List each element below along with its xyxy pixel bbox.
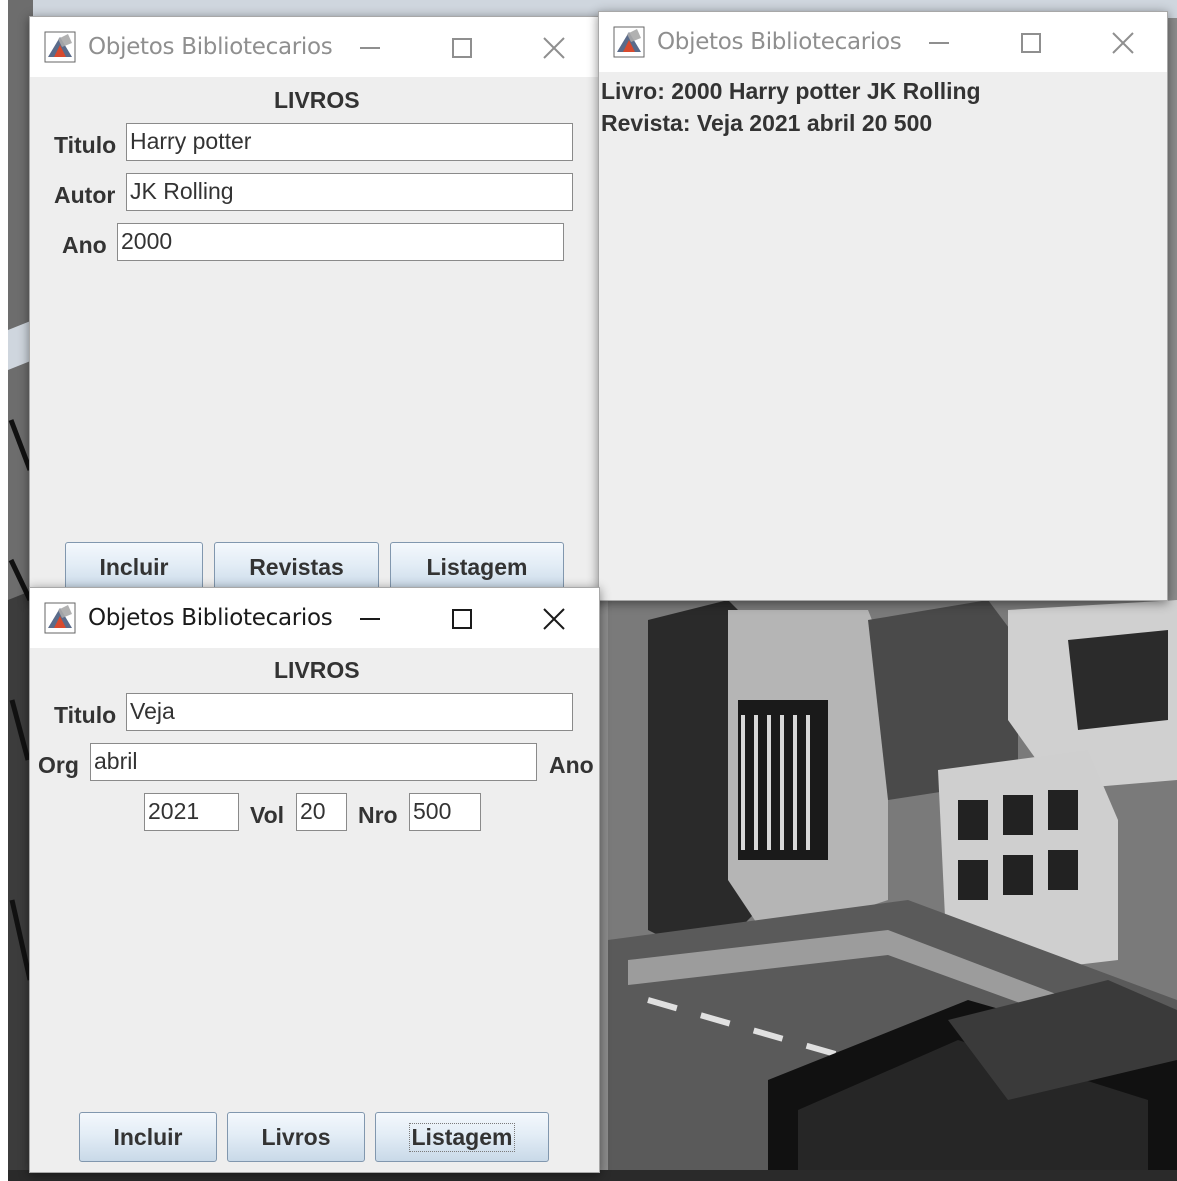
close-button[interactable] xyxy=(532,31,576,65)
ano-label: Ano xyxy=(549,752,594,778)
maximize-icon xyxy=(1021,33,1041,53)
maximize-button[interactable] xyxy=(1009,26,1053,60)
listagem-button[interactable]: Listagem xyxy=(390,542,564,592)
maximize-button[interactable] xyxy=(440,31,484,65)
minimize-icon xyxy=(360,47,380,49)
close-icon xyxy=(1112,32,1134,54)
close-button[interactable] xyxy=(532,602,576,636)
maximize-button[interactable] xyxy=(440,602,484,636)
window-title: Objetos Bibliotecarios xyxy=(88,605,333,631)
close-icon xyxy=(543,37,565,59)
listing-line-livro: Livro: 2000 Harry potter JK Rolling xyxy=(601,78,981,104)
magazine-heading: LIVROS xyxy=(274,657,360,683)
window-title: Objetos Bibliotecarios xyxy=(657,29,902,55)
listing-line-revista: Revista: Veja 2021 abril 20 500 xyxy=(601,110,933,136)
window-title: Objetos Bibliotecarios xyxy=(88,34,333,60)
magazine-window-titlebar[interactable]: Objetos Bibliotecarios xyxy=(30,588,599,648)
books-heading: LIVROS xyxy=(274,87,360,113)
minimize-icon xyxy=(929,42,949,44)
revistas-button[interactable]: Revistas xyxy=(214,542,379,592)
nro-label: Nro xyxy=(358,802,398,828)
maximize-icon xyxy=(452,609,472,629)
magazine-window: Objetos Bibliotecarios LIVROS Titulo Vej… xyxy=(29,587,600,1173)
listagem-button[interactable]: Listagem xyxy=(375,1112,549,1162)
java-app-icon xyxy=(44,31,76,63)
org-label: Org xyxy=(38,752,79,778)
maximize-icon xyxy=(452,38,472,58)
titulo-label: Titulo xyxy=(54,132,117,158)
titulo-label: Titulo xyxy=(54,702,117,728)
autor-field[interactable]: JK Rolling xyxy=(126,173,573,211)
vol-field[interactable]: 20 xyxy=(296,793,347,831)
close-icon xyxy=(543,608,565,630)
listing-window: Objetos Bibliotecarios Livro: 2000 Harry… xyxy=(598,11,1168,601)
listing-window-titlebar[interactable]: Objetos Bibliotecarios xyxy=(599,12,1167,72)
ano-field[interactable]: 2021 xyxy=(144,793,239,831)
books-window-titlebar[interactable]: Objetos Bibliotecarios xyxy=(30,17,599,77)
incluir-button[interactable]: Incluir xyxy=(79,1112,217,1162)
minimize-button[interactable] xyxy=(348,602,392,636)
livros-button[interactable]: Livros xyxy=(227,1112,365,1162)
vol-label: Vol xyxy=(250,802,285,828)
titulo-field[interactable]: Veja xyxy=(126,693,573,731)
books-window: Objetos Bibliotecarios LIVROS Titulo Har… xyxy=(29,16,600,602)
minimize-button[interactable] xyxy=(917,26,961,60)
listagem-button-label: Listagem xyxy=(408,1122,516,1152)
minimize-button[interactable] xyxy=(348,31,392,65)
nro-field[interactable]: 500 xyxy=(409,793,481,831)
autor-label: Autor xyxy=(54,182,116,208)
java-app-icon xyxy=(613,26,645,58)
incluir-button[interactable]: Incluir xyxy=(65,542,203,592)
java-app-icon xyxy=(44,602,76,634)
titulo-field[interactable]: Harry potter xyxy=(126,123,573,161)
org-field[interactable]: abril xyxy=(90,743,537,781)
ano-label: Ano xyxy=(62,232,107,258)
ano-field[interactable]: 2000 xyxy=(117,223,564,261)
close-button[interactable] xyxy=(1101,26,1145,60)
minimize-icon xyxy=(360,618,380,620)
